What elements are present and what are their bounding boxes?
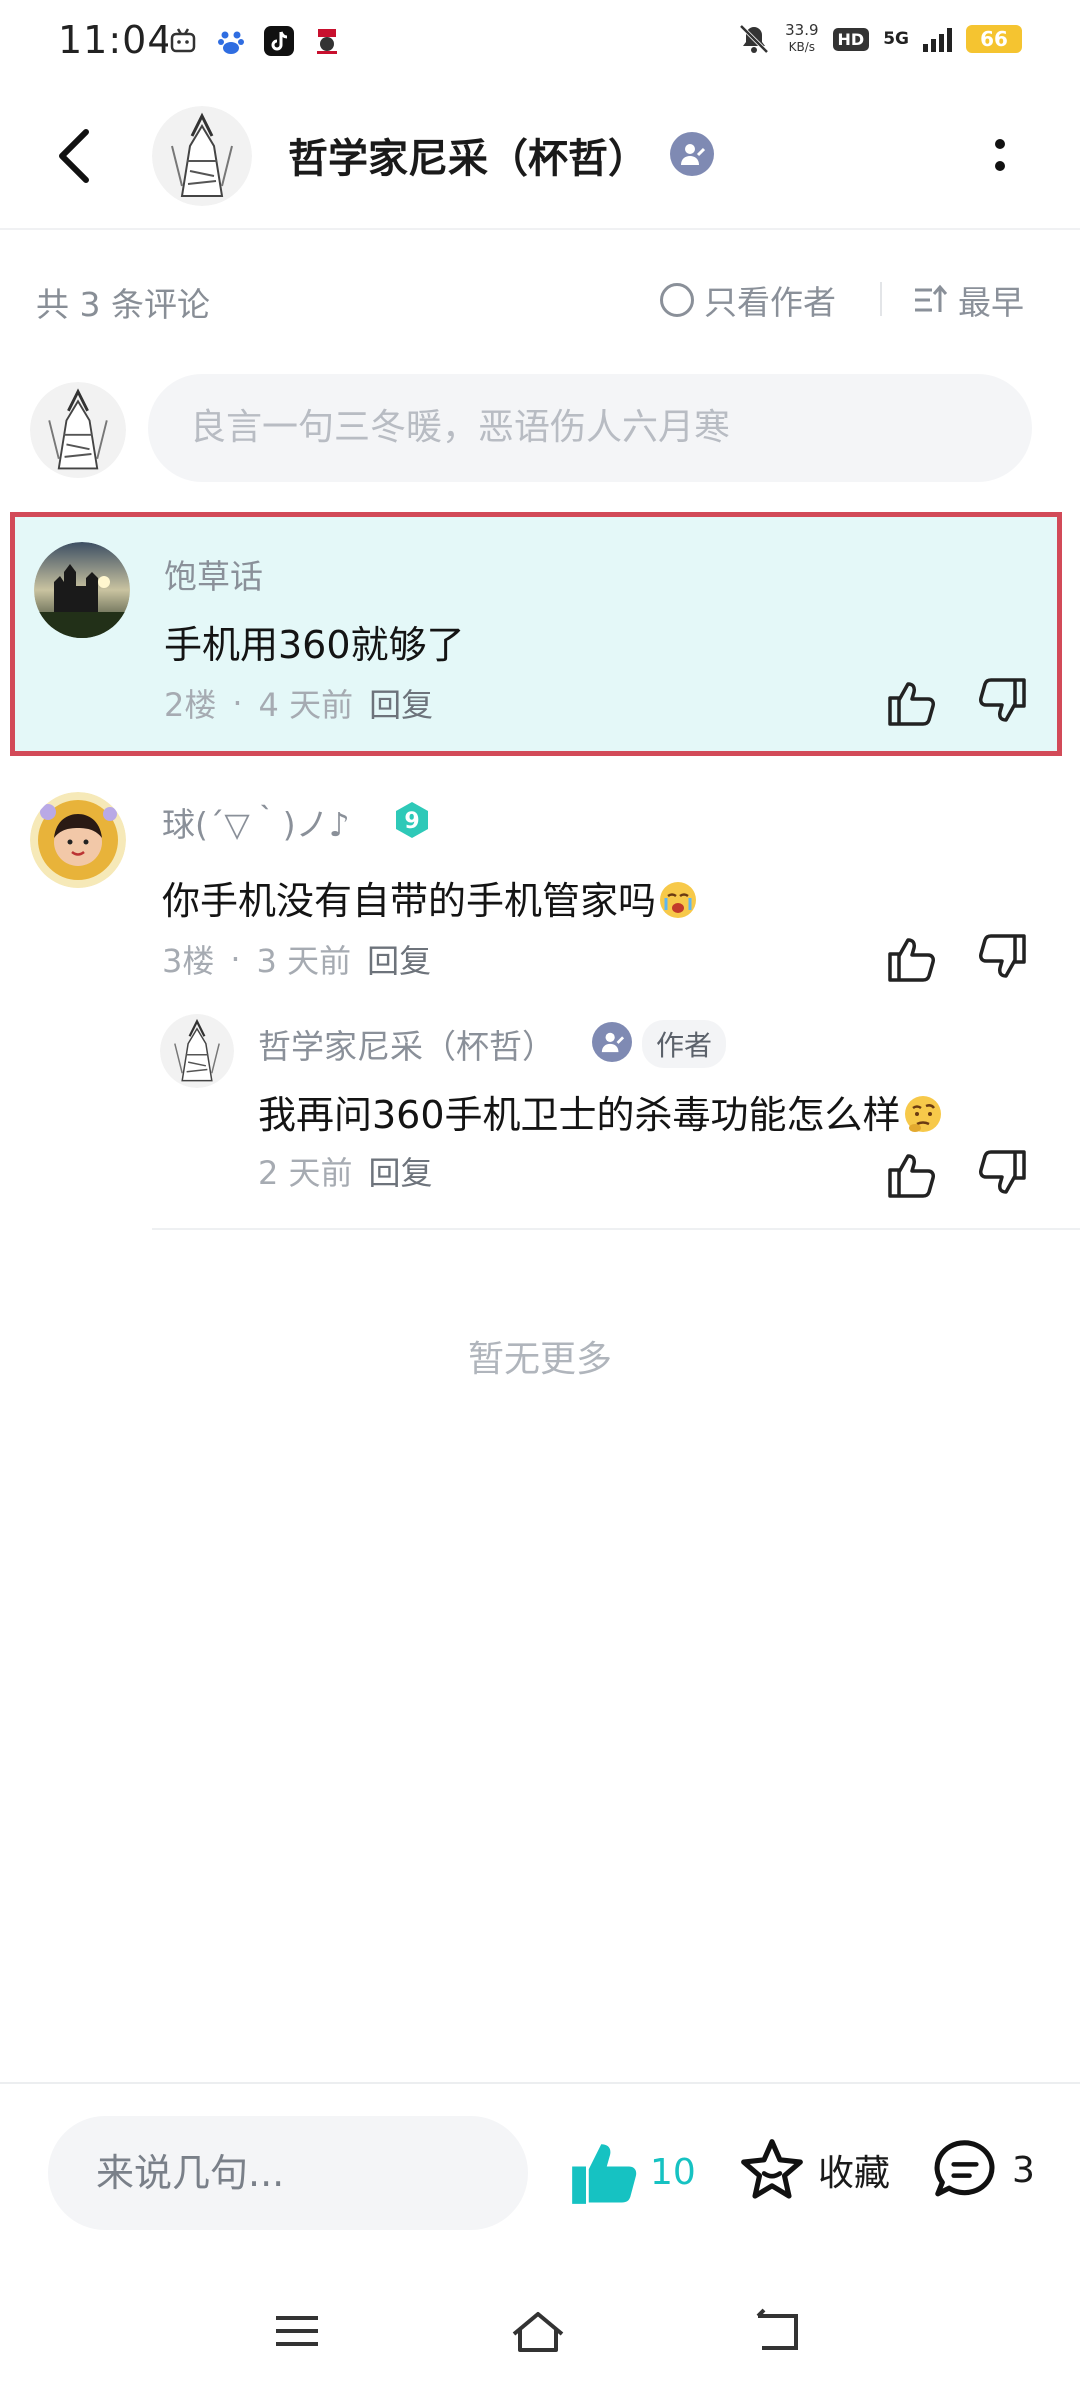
back-icon xyxy=(756,2308,798,2350)
chevron-left-icon xyxy=(59,129,89,183)
network-speed: 33.9 KB/s xyxy=(785,21,819,55)
kfc-icon xyxy=(312,26,342,56)
reply-button[interactable]: 回复 xyxy=(369,1148,433,1194)
back-nav-button[interactable] xyxy=(748,2306,808,2356)
author-tag: 作者 xyxy=(642,1020,727,1068)
thumbs-up-icon xyxy=(888,1154,935,1198)
sort-button[interactable]: 最早 xyxy=(912,276,1024,324)
dislike-button[interactable] xyxy=(976,676,1028,728)
comment-toolbar: 共 3 条评论 只看作者 最早 xyxy=(0,230,1080,370)
thumbs-down-icon xyxy=(979,678,1026,722)
reply-meta: 2 天前 回复 xyxy=(258,1148,433,1194)
radio-icon xyxy=(660,283,694,317)
my-avatar xyxy=(30,382,126,478)
comment-count-label: 共 3 条评论 xyxy=(36,285,210,324)
reply-button[interactable]: 回复 xyxy=(367,936,431,982)
battery-icon: 66 xyxy=(966,25,1022,53)
dislike-button[interactable] xyxy=(976,1148,1028,1200)
comments-button[interactable]: 3 xyxy=(930,2136,1035,2204)
no-more-label: 暂无更多 xyxy=(467,1339,612,1380)
timestamp: 3 天前 xyxy=(256,942,352,980)
more-vertical-icon xyxy=(995,139,1005,171)
comment-text: 手机用360就够了 xyxy=(164,623,465,667)
thumbs-up-filled-icon xyxy=(572,2144,637,2204)
bilibili-icon xyxy=(168,26,198,56)
divider xyxy=(880,282,882,316)
level-number: 9 xyxy=(404,809,419,834)
mute-bell-icon xyxy=(739,24,769,54)
back-button[interactable] xyxy=(52,126,102,186)
hd-badge: HD xyxy=(832,27,870,51)
comment-meta: 3楼 · 3 天前 回复 xyxy=(162,936,431,982)
like-button[interactable] xyxy=(886,676,938,728)
author-avatar[interactable] xyxy=(152,106,252,206)
avatar[interactable] xyxy=(30,792,126,888)
sort-icon xyxy=(915,284,948,312)
avatar[interactable] xyxy=(160,1014,234,1088)
tiktok-icon xyxy=(264,26,294,56)
system-nav-bar xyxy=(0,2266,1080,2388)
timestamp: 2 天前 xyxy=(258,1154,353,1192)
crying-emoji-icon xyxy=(660,882,697,918)
page-title: 哲学家尼采（杯哲） xyxy=(288,136,648,182)
star-icon xyxy=(741,2139,803,2199)
reply-text: 我再问360手机卫士的杀毒功能怎么样 xyxy=(258,1084,943,1139)
favorite-label: 收藏 xyxy=(818,2153,891,2194)
header: 哲学家尼采（杯哲） xyxy=(0,84,1080,230)
thinking-emoji-icon xyxy=(904,1096,941,1132)
reply-button[interactable]: 回复 xyxy=(369,680,433,726)
meta-dot: · xyxy=(232,684,243,722)
baidu-icon xyxy=(216,26,246,56)
post-like-button[interactable]: 10 xyxy=(568,2136,696,2208)
like-button[interactable] xyxy=(886,932,938,984)
timestamp: 4 天前 xyxy=(258,686,354,724)
bottom-comment-input[interactable]: 来说几句... xyxy=(48,2116,528,2230)
verified-icon xyxy=(592,1022,632,1062)
divider xyxy=(152,1228,1080,1230)
verified-icon xyxy=(670,132,714,176)
sub-reply-item: 哲学家尼采（杯哲） 作者 我再问360手机卫士的杀毒功能怎么样 2 天前 回复 xyxy=(0,1014,1080,1214)
thumbs-down-icon xyxy=(979,1150,1026,1194)
comment-item: 饱草话 手机用360就够了 2楼 · 4 天前 回复 xyxy=(0,508,1080,756)
floor-label: 2楼 xyxy=(164,686,217,724)
avatar[interactable] xyxy=(34,542,130,638)
thumbs-up-icon xyxy=(888,938,935,982)
home-button[interactable] xyxy=(508,2306,568,2356)
floor-label: 3楼 xyxy=(162,942,215,980)
bottom-action-bar: 来说几句... 10 收藏 3 xyxy=(0,2082,1080,2266)
comment-input-row: 良言一句三冬暖，恶语伤人六月寒 xyxy=(0,370,1080,490)
comment-author[interactable]: 球(´▽｀)ノ♪ xyxy=(162,798,350,846)
dislike-button[interactable] xyxy=(976,932,1028,984)
home-icon xyxy=(512,2312,564,2352)
comment-meta: 2楼 · 4 天前 回复 xyxy=(164,680,433,726)
sort-label: 最早 xyxy=(958,283,1024,322)
network-type: 5G xyxy=(883,29,909,49)
reply-author[interactable]: 哲学家尼采（杯哲） xyxy=(258,1020,555,1068)
level-badge-icon: 9 xyxy=(396,802,428,838)
chat-bubble-icon xyxy=(934,2140,995,2197)
menu-icon xyxy=(276,2316,318,2346)
comment-text: 你手机没有自带的手机管家吗 xyxy=(162,870,698,925)
author-only-label: 只看作者 xyxy=(704,283,836,322)
comment-count: 3 xyxy=(1012,2149,1035,2191)
status-bar: 11:04 33.9 KB/s HD 5G 66 xyxy=(0,0,1080,84)
comment-input[interactable]: 良言一句三冬暖，恶语伤人六月寒 xyxy=(148,374,1032,482)
status-app-icons xyxy=(168,26,342,56)
like-count: 10 xyxy=(650,2151,696,2193)
like-button[interactable] xyxy=(886,1148,938,1200)
thumbs-up-icon xyxy=(888,682,935,726)
status-system-icons: 33.9 KB/s HD 5G 66 xyxy=(737,22,1022,56)
status-time: 11:04 xyxy=(58,18,173,62)
more-options-button[interactable] xyxy=(985,134,1015,180)
favorite-button[interactable]: 收藏 xyxy=(738,2136,890,2204)
comment-author[interactable]: 饱草话 xyxy=(164,550,263,598)
comment-item: 球(´▽｀)ノ♪ 9 你手机没有自带的手机管家吗 3楼 · 3 天前 回复 哲学… xyxy=(0,776,1080,1236)
thumbs-down-icon xyxy=(979,934,1026,978)
menu-button[interactable] xyxy=(268,2306,328,2356)
signal-icon xyxy=(923,26,952,52)
author-only-toggle[interactable]: 只看作者 xyxy=(660,276,836,324)
meta-dot: · xyxy=(230,940,241,978)
